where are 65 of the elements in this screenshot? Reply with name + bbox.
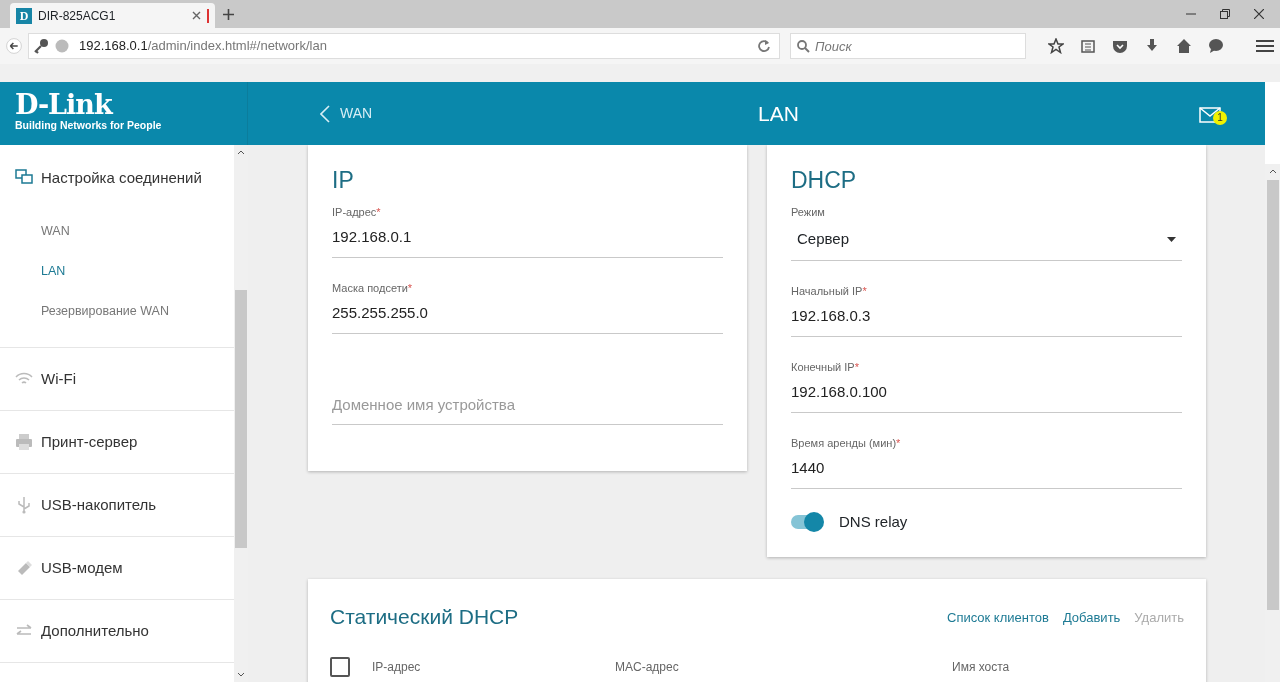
sidebar-subitem[interactable]: LAN (0, 251, 234, 291)
input-field[interactable]: 1440 (791, 451, 1182, 489)
home-icon[interactable] (1176, 38, 1192, 54)
close-icon[interactable] (192, 11, 201, 20)
scroll-down-icon[interactable] (237, 672, 245, 678)
sidebar-subitem[interactable]: WAN (0, 211, 234, 251)
sidebar-item[interactable]: Настройка соединений (0, 145, 234, 211)
search-field[interactable]: Поиск (790, 33, 1026, 59)
input-field[interactable]: 192.168.0.100 (791, 375, 1182, 413)
field-label: IP-адрес* (332, 204, 382, 220)
card-title: IP (332, 166, 355, 195)
input-field[interactable]: 255.255.255.0 (332, 296, 723, 334)
field-label: Режим (791, 204, 826, 220)
restore-icon[interactable] (1220, 9, 1230, 19)
favicon: D (16, 7, 32, 24)
notification-count: 1 (1213, 111, 1227, 125)
close-icon[interactable] (1254, 9, 1264, 19)
select-all-checkbox[interactable] (330, 656, 350, 677)
tab-title: DIR-825ACG1 (38, 7, 117, 25)
column-header: Имя хоста (952, 658, 1010, 676)
menu-icon[interactable] (1256, 39, 1274, 53)
plus-icon[interactable] (223, 9, 234, 20)
action-link[interactable]: Список клиентов (947, 609, 1049, 625)
action-link[interactable]: Добавить (1062, 609, 1121, 625)
printer-icon (15, 433, 33, 451)
dropdown-value: Сервер (797, 229, 849, 249)
page-scrollbar[interactable] (1265, 164, 1280, 682)
usb-icon (15, 496, 33, 514)
toggle-switch[interactable] (791, 514, 823, 529)
field-label: Конечный IP* (791, 359, 860, 375)
star-icon[interactable] (1048, 38, 1064, 54)
network-icon (15, 169, 33, 187)
pocket-icon[interactable] (1112, 38, 1128, 54)
notifications-button[interactable]: 1 (1199, 102, 1229, 127)
scroll-up-icon[interactable] (237, 149, 245, 155)
toggle-label: DNS relay (839, 511, 908, 532)
column-header: MAC-адрес (615, 658, 680, 676)
card-title: DHCP (791, 166, 858, 195)
scrollbar-thumb[interactable] (235, 290, 247, 548)
scrollbar-thumb[interactable] (1266, 180, 1279, 610)
logo: D-Link (15, 92, 114, 118)
url-text: 192.168.0.1/admin/index.html#/network/lan (79, 38, 327, 54)
browser-tab[interactable]: D DIR-825ACG1 (10, 3, 215, 28)
reload-icon[interactable] (757, 39, 771, 53)
card-title: Статический DHCP (330, 604, 519, 630)
field-label: Начальный IP* (791, 283, 868, 299)
chat-bubble-icon[interactable] (1208, 38, 1224, 54)
input-field[interactable]: Доменное имя устройства (332, 387, 723, 425)
sidebar-subitem[interactable]: Резервирование WAN (0, 291, 234, 331)
logo-tagline: Building Networks for People (15, 118, 163, 133)
scroll-up-icon[interactable] (1268, 168, 1277, 174)
envelope-icon (1199, 106, 1221, 123)
input-field[interactable]: 192.168.0.1 (332, 220, 723, 258)
key-icon (33, 38, 49, 54)
column-header: IP-адрес (372, 658, 422, 676)
chevron-left-icon (320, 104, 330, 123)
field-label: Маска подсети* (332, 280, 414, 296)
reading-list-icon[interactable] (1080, 38, 1096, 54)
caret-icon (1167, 236, 1176, 242)
page-title: LAN (758, 100, 799, 127)
field-label: Время аренды (мин)* (791, 435, 902, 451)
sidebar-scrollbar[interactable] (234, 145, 248, 682)
address-bar[interactable]: 192.168.0.1/admin/index.html#/network/lan (28, 33, 780, 59)
input-field[interactable]: 192.168.0.3 (791, 299, 1182, 337)
mode-dropdown[interactable]: Режим Сервер (791, 203, 1182, 261)
